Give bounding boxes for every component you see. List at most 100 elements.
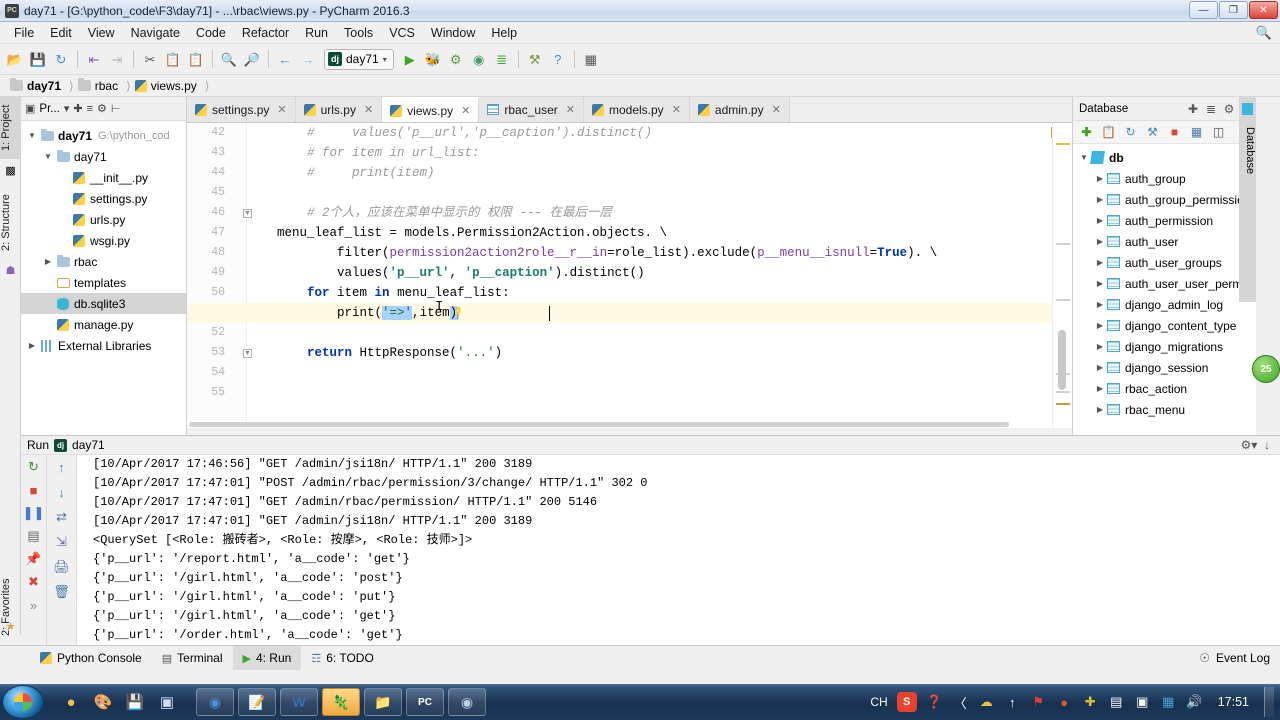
pause-icon[interactable]: ❚❚ <box>23 504 45 522</box>
code-editor[interactable]: 4243444546474849505152535455 💡 ▼ ▼ # val… <box>187 123 1072 428</box>
minimize-button[interactable]: — <box>1189 1 1218 19</box>
shield-icon[interactable]: ✚ <box>1082 694 1099 711</box>
tree-twisty[interactable]: ▼ <box>1077 153 1091 162</box>
tree-item[interactable]: __init__.py <box>21 167 186 188</box>
tab-python-console[interactable]: Python Console <box>30 646 152 670</box>
cut-icon[interactable]: ✂ <box>139 48 161 70</box>
pycharm-active-icon[interactable]: 🦎 <box>322 688 360 716</box>
hide-panel-icon[interactable]: ⊢ <box>111 102 121 115</box>
forward-icon[interactable]: → <box>297 48 319 70</box>
tree-item[interactable]: ▼ day71 <box>21 146 186 167</box>
tree-item[interactable]: wsgi.py <box>21 230 186 251</box>
tree-twisty[interactable]: ▶ <box>1093 174 1107 183</box>
refresh-icon[interactable]: ↻ <box>1121 123 1140 142</box>
tree-twisty[interactable]: ▶ <box>1093 321 1107 330</box>
keyboard-icon[interactable]: 〈 <box>952 694 969 711</box>
database-root[interactable]: ▼ db <box>1073 147 1256 168</box>
menu-navigate[interactable]: Navigate <box>123 24 188 42</box>
code-line[interactable]: # 2个人，应该在菜单中显示的 权限 --- 在最后一层 <box>277 203 612 223</box>
media-icon[interactable]: ● <box>60 691 82 713</box>
menu-help[interactable]: Help <box>483 24 525 42</box>
sidebar-tab-project[interactable]: 1: Project <box>0 97 21 159</box>
down-arrow-icon[interactable]: ↓ <box>53 483 71 501</box>
menu-code[interactable]: Code <box>188 24 234 42</box>
editor-scrollbar[interactable] <box>1058 330 1066 390</box>
database-table-row[interactable]: ▶ django_migrations <box>1073 336 1256 357</box>
sidebar-tab-structure[interactable]: 2: Structure <box>0 185 21 261</box>
database-table-row[interactable]: ▶ auth_user_groups <box>1073 252 1256 273</box>
clock[interactable]: 17:51 <box>1212 695 1255 709</box>
paste-icon[interactable]: 📋 <box>185 48 207 70</box>
run-configuration-selector[interactable]: dj day71 ▾ <box>324 48 394 70</box>
database-table-row[interactable]: ▶ django_admin_log <box>1073 294 1256 315</box>
code-text[interactable]: # values('p__url','p__caption').distinct… <box>247 123 1072 428</box>
tree-twisty[interactable]: ▶ <box>25 341 39 350</box>
debug-icon[interactable]: 🐝 <box>422 48 444 70</box>
database-table-row[interactable]: ▶ django_content_type <box>1073 315 1256 336</box>
find-replace-icon[interactable]: 🔎 <box>241 48 263 70</box>
tree-twisty[interactable]: ▶ <box>1093 300 1107 309</box>
database-table-row[interactable]: ▶ auth_user <box>1073 231 1256 252</box>
run-with-console-icon[interactable]: ≣ <box>491 48 513 70</box>
find-icon[interactable]: 🔍 <box>218 48 240 70</box>
help-icon[interactable]: ? <box>547 48 569 70</box>
start-button[interactable] <box>2 685 44 719</box>
run-query-icon[interactable]: ⚒ <box>1143 123 1162 142</box>
trash-icon[interactable]: 🗑 <box>53 583 71 601</box>
tree-twisty[interactable]: ▶ <box>1093 258 1107 267</box>
menu-refactor[interactable]: Refactor <box>234 24 297 42</box>
run-console-output[interactable]: [10/Apr/2017 17:46:56] "GET /admin/jsi18… <box>77 455 1280 645</box>
close-icon[interactable]: ✕ <box>461 104 470 117</box>
word-icon[interactable]: W <box>280 688 318 716</box>
input-language-label[interactable]: CH <box>870 695 887 709</box>
stop-icon[interactable]: ■ <box>1165 123 1184 142</box>
tree-twisty[interactable]: ▶ <box>1093 342 1107 351</box>
redo-icon[interactable]: ⇥ <box>106 48 128 70</box>
database-table-row[interactable]: ▶ rbac_action <box>1073 378 1256 399</box>
profile-icon[interactable]: ◉ <box>468 48 490 70</box>
pin-icon[interactable]: 📌 <box>25 550 43 568</box>
sync-icon[interactable]: ↻ <box>50 48 72 70</box>
back-icon[interactable]: ← <box>274 48 296 70</box>
gear-icon[interactable]: ⚙▾ ↓ <box>1241 438 1270 452</box>
display-icon[interactable]: ▣ <box>1134 694 1151 711</box>
close-button[interactable]: ✕ <box>1249 1 1278 19</box>
coverage-icon[interactable]: ⚙ <box>445 48 467 70</box>
menu-file[interactable]: File <box>6 24 42 42</box>
chrome-icon[interactable]: ◉ <box>196 688 234 716</box>
database-table-row[interactable]: ▶ rbac_menu <box>1073 399 1256 420</box>
code-line[interactable]: values('p__url', 'p__caption').distinct(… <box>277 263 645 283</box>
database-table-row[interactable]: ▶ auth_group_permissio <box>1073 189 1256 210</box>
code-line[interactable]: print('=>',item) <box>277 303 458 323</box>
close-icon[interactable]: ✕ <box>364 103 373 116</box>
notepad-icon[interactable]: 📝 <box>238 688 276 716</box>
editor-tab-admin-py[interactable]: admin.py ✕ <box>689 97 790 122</box>
add-icon[interactable]: ✚ <box>1077 123 1096 142</box>
collapse-icon[interactable]: ✚ <box>1184 102 1202 116</box>
database-side-tab[interactable]: Database <box>1239 97 1256 302</box>
menu-view[interactable]: View <box>80 24 123 42</box>
chevron-down-icon[interactable]: ▾ <box>64 102 70 115</box>
gear-icon[interactable]: ⚙ <box>97 102 107 115</box>
database-table-row[interactable]: ▶ django_session <box>1073 357 1256 378</box>
tree-item[interactable]: templates <box>21 272 186 293</box>
tab-terminal[interactable]: ▤ Terminal <box>152 646 233 670</box>
volume-icon[interactable]: 🔊 <box>1186 694 1203 711</box>
tree-item[interactable]: settings.py <box>21 188 186 209</box>
database-table-row[interactable]: ▶ auth_group <box>1073 168 1256 189</box>
flag-icon[interactable]: ⚑ <box>1030 694 1047 711</box>
maximize-button[interactable]: ❐ <box>1219 1 1248 19</box>
open-folder-icon[interactable]: 📂 <box>4 48 26 70</box>
layout-icon[interactable]: ▤ <box>25 527 43 545</box>
editor-tab-models-py[interactable]: models.py ✕ <box>583 97 690 122</box>
tree-twisty[interactable]: ▶ <box>1093 363 1107 372</box>
database-table-row[interactable]: ▶ auth_permission <box>1073 210 1256 231</box>
close-icon[interactable]: ✖ <box>25 573 43 591</box>
tree-item[interactable]: ▶ rbac <box>21 251 186 272</box>
tree-twisty[interactable]: ▶ <box>1093 195 1107 204</box>
save-icon[interactable]: 💾 <box>124 691 146 713</box>
menu-edit[interactable]: Edit <box>42 24 80 42</box>
locate-icon[interactable]: ✚ <box>73 102 82 115</box>
help-icon[interactable]: ❓ <box>926 694 943 711</box>
code-line[interactable]: # print(item) <box>277 163 435 183</box>
